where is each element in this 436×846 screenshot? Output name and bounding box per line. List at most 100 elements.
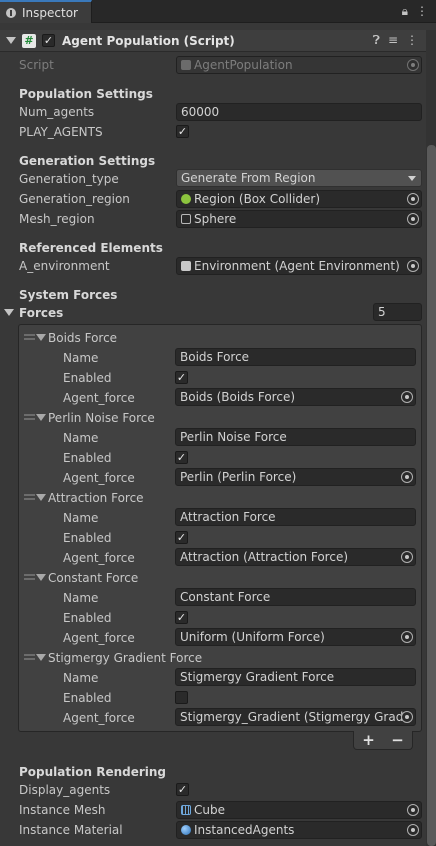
script-icon: # [22, 33, 36, 48]
script-file-icon [181, 261, 191, 271]
instance-material-label: Instance Material [19, 823, 123, 837]
instance-material-field[interactable]: InstancedAgents [176, 821, 422, 839]
force-element-title[interactable]: Stigmergy Gradient Force [48, 649, 202, 667]
force-name-label: Name [63, 591, 99, 605]
instance-material-value: InstancedAgents [194, 823, 295, 837]
object-picker-icon[interactable] [407, 213, 419, 225]
lock-icon[interactable]: 🔒︎ [402, 4, 408, 19]
list-footer: + − [353, 731, 413, 750]
play-agents-checkbox[interactable]: ✓ [176, 125, 189, 138]
force-name-input[interactable]: Constant Force [175, 588, 416, 606]
drag-handle-icon[interactable] [24, 494, 35, 500]
tab-inspector[interactable]: Inspector [0, 0, 92, 23]
agent-force-field[interactable]: Uniform (Uniform Force) [175, 628, 416, 646]
element-foldout-icon[interactable] [36, 494, 46, 501]
force-enabled-checkbox[interactable]: ✓ [175, 371, 188, 384]
generation-region-field[interactable]: Region (Box Collider) [176, 190, 422, 208]
drag-handle-icon[interactable] [24, 334, 35, 340]
force-element-title[interactable]: Attraction Force [48, 489, 144, 507]
agent-force-field[interactable]: Stigmergy_Gradient (Stigmergy Grad [175, 708, 416, 726]
element-foldout-icon[interactable] [36, 654, 46, 661]
element-foldout-icon[interactable] [36, 414, 46, 421]
script-value: AgentPopulation [194, 58, 293, 72]
forces-foldout-icon[interactable] [4, 309, 14, 316]
generation-region-label: Generation_region [19, 192, 130, 206]
force-enabled-label: Enabled [63, 531, 112, 545]
object-picker-icon[interactable] [407, 260, 419, 272]
chevron-down-icon [408, 176, 416, 181]
kebab-icon[interactable]: ⋮ [406, 33, 418, 48]
force-enabled-label: Enabled [63, 691, 112, 705]
agent-force-label: Agent_force [63, 711, 135, 725]
environment-label: A_environment [19, 259, 110, 273]
population-rendering-header: Population Rendering [19, 765, 167, 779]
generation-type-value: Generate From Region [181, 171, 316, 185]
info-icon [6, 7, 16, 18]
num-agents-input[interactable]: 60000 [176, 103, 422, 121]
force-name-input[interactable]: Attraction Force [175, 508, 416, 526]
object-picker-icon[interactable] [401, 391, 413, 403]
force-enabled-label: Enabled [63, 371, 112, 385]
agent-force-field[interactable]: Boids (Boids Force) [175, 388, 416, 406]
mesh-region-value: Sphere [194, 212, 237, 226]
force-element-title[interactable]: Boids Force [48, 329, 117, 347]
drag-handle-icon[interactable] [24, 654, 35, 660]
num-agents-label: Num_agents [19, 105, 95, 119]
kebab-icon[interactable]: ⋮ [416, 4, 428, 19]
component-title: Agent Population (Script) [62, 33, 235, 48]
instance-mesh-value: Cube [194, 803, 225, 817]
forces-count-input[interactable]: 5 [373, 303, 422, 321]
force-name-input[interactable]: Boids Force [175, 348, 416, 366]
drag-handle-icon[interactable] [24, 574, 35, 580]
object-picker-icon[interactable] [401, 551, 413, 563]
environment-field[interactable]: Environment (Agent Environment) [176, 257, 422, 275]
component-header[interactable]: # ✓ Agent Population (Script) ❓︎ ≡ ⋮ [0, 30, 426, 52]
generation-type-label: Generation_type [19, 172, 119, 186]
force-element-title[interactable]: Constant Force [48, 569, 138, 587]
drag-handle-icon[interactable] [24, 414, 35, 420]
agent-force-value: Attraction (Attraction Force) [180, 550, 349, 564]
force-enabled-checkbox[interactable] [175, 691, 188, 704]
script-label: Script [19, 58, 54, 72]
mesh-region-field[interactable]: Sphere [176, 210, 422, 228]
agent-force-value: Uniform (Uniform Force) [180, 630, 325, 644]
force-enabled-label: Enabled [63, 451, 112, 465]
instance-mesh-label: Instance Mesh [19, 803, 106, 817]
agent-force-field[interactable]: Attraction (Attraction Force) [175, 548, 416, 566]
help-icon[interactable]: ❓︎ [373, 33, 380, 48]
object-picker-icon[interactable] [401, 711, 413, 723]
mesh-icon [181, 214, 191, 224]
display-agents-label: Display_agents [19, 783, 111, 797]
agent-force-label: Agent_force [63, 391, 135, 405]
add-element-button[interactable]: + [362, 731, 375, 749]
element-foldout-icon[interactable] [36, 574, 46, 581]
object-picker-icon[interactable] [401, 631, 413, 643]
scrollbar-thumb[interactable] [427, 145, 436, 846]
mesh-region-label: Mesh_region [19, 212, 95, 226]
force-enabled-checkbox[interactable]: ✓ [175, 611, 188, 624]
generation-region-value: Region (Box Collider) [194, 192, 321, 206]
agent-force-field[interactable]: Perlin (Perlin Force) [175, 468, 416, 486]
remove-element-button[interactable]: − [391, 731, 404, 749]
play-agents-label: PLAY_AGENTS [19, 125, 103, 139]
component-enabled-checkbox[interactable]: ✓ [42, 34, 55, 47]
object-picker-icon[interactable] [401, 471, 413, 483]
foldout-arrow-icon[interactable] [6, 37, 16, 44]
box-collider-icon [181, 194, 191, 204]
object-picker-icon[interactable] [407, 804, 419, 816]
force-name-input[interactable]: Perlin Noise Force [175, 428, 416, 446]
force-element-title[interactable]: Perlin Noise Force [48, 409, 155, 427]
element-foldout-icon[interactable] [36, 334, 46, 341]
object-picker-icon[interactable] [407, 824, 419, 836]
presets-icon[interactable]: ≡ [388, 33, 398, 48]
generation-type-dropdown[interactable]: Generate From Region [176, 169, 422, 187]
instance-mesh-field[interactable]: Cube [176, 801, 422, 819]
object-picker-icon[interactable] [407, 193, 419, 205]
force-enabled-checkbox[interactable]: ✓ [175, 531, 188, 544]
display-agents-checkbox[interactable]: ✓ [176, 783, 189, 796]
script-file-icon [181, 60, 191, 70]
forces-label[interactable]: Forces [19, 304, 63, 322]
tab-label: Inspector [22, 5, 78, 20]
force-enabled-checkbox[interactable]: ✓ [175, 451, 188, 464]
force-name-input[interactable]: Stigmergy Gradient Force [175, 668, 416, 686]
